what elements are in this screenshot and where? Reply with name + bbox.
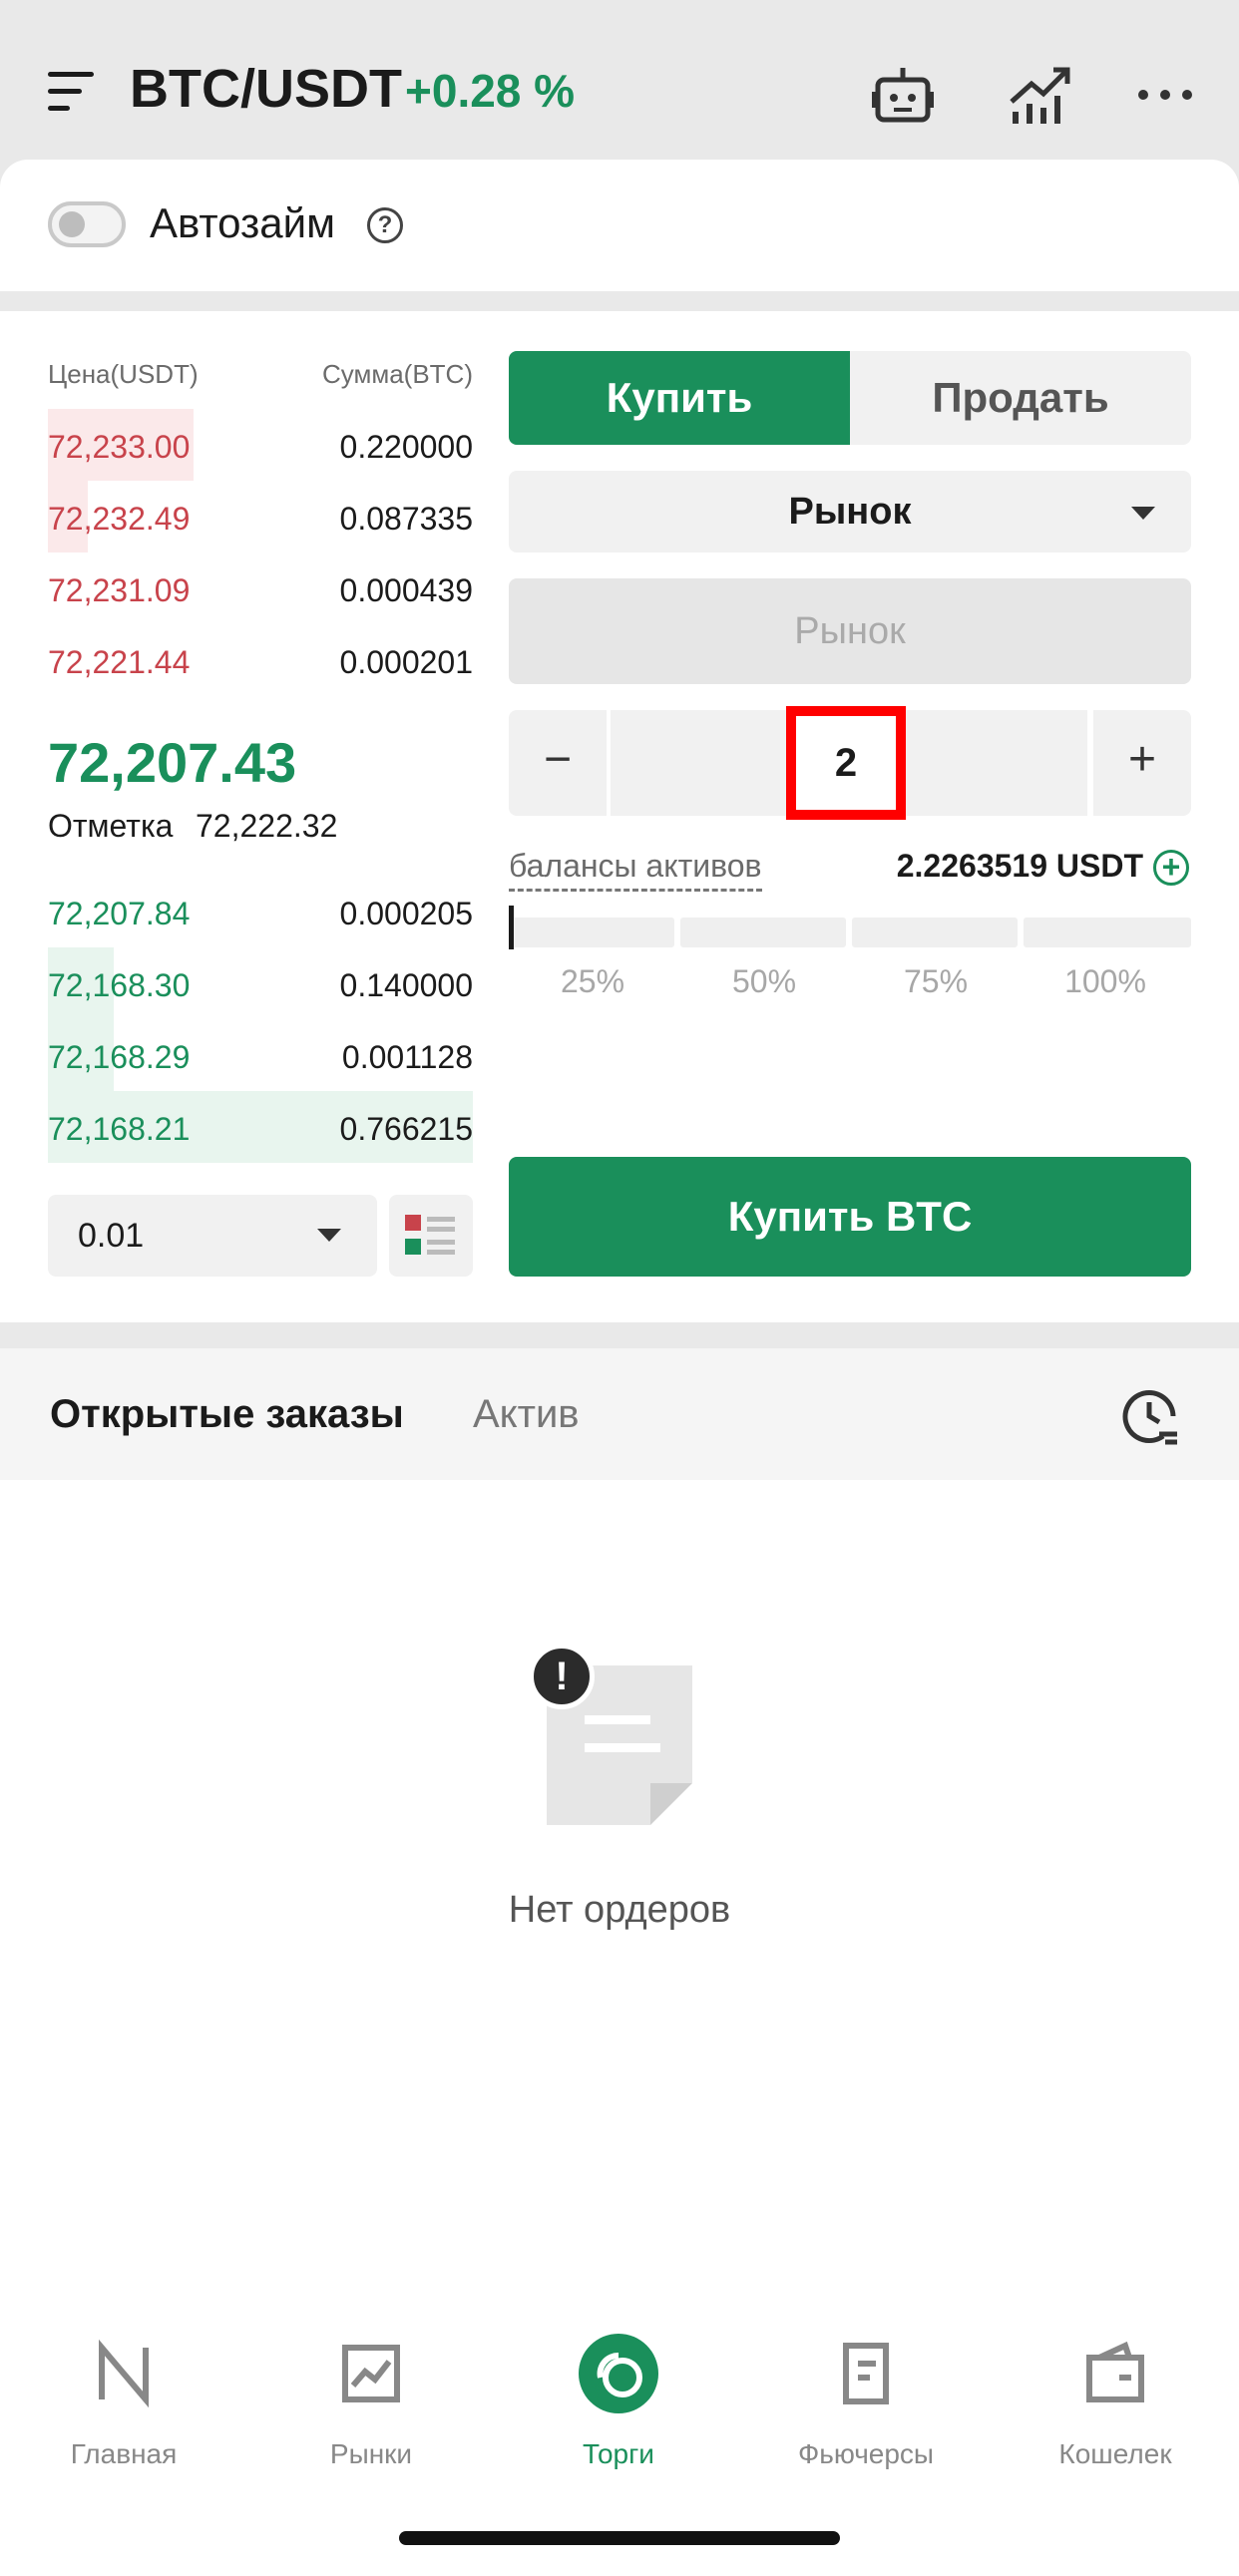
nav-label: Рынки (329, 2438, 413, 2469)
bid-row[interactable]: 72,168.29 0.001128 (48, 1019, 473, 1091)
more-icon[interactable] (1135, 62, 1201, 128)
chevron-down-icon (1131, 507, 1155, 520)
tab-buy[interactable]: Купить (509, 351, 850, 445)
nav-markets[interactable]: Рынки (271, 2334, 471, 2470)
chart-icon[interactable] (1008, 62, 1073, 128)
percent-100[interactable]: 100% (1045, 963, 1165, 1000)
percent-25[interactable]: 25% (533, 963, 652, 1000)
ask-row[interactable]: 72,232.49 0.087335 (48, 481, 473, 552)
last-price: 72,207.43 (48, 731, 297, 794)
help-icon[interactable]: ? (367, 207, 403, 243)
orderbook-price-header: Цена(USDT) (48, 359, 199, 389)
nav-label: Главная (70, 2438, 178, 2469)
bid-row[interactable]: 72,168.21 0.766215 (48, 1091, 473, 1163)
nav-futures[interactable]: Фьючерсы (766, 2334, 966, 2470)
menu-icon[interactable] (48, 70, 94, 114)
mark-price-value: 72,222.32 (196, 808, 338, 844)
orderbook-amount-header: Сумма(BTC) (321, 359, 473, 389)
orderbook-layout-icon[interactable] (389, 1195, 473, 1277)
nav-home[interactable]: Главная (24, 2334, 223, 2470)
alert-icon: ! (529, 1644, 595, 1709)
trade-icon (579, 2334, 658, 2413)
wallet-icon (1086, 2341, 1144, 2402)
tab-sell[interactable]: Продать (850, 351, 1191, 445)
balance-value: 2.2263519 USDT (896, 848, 1143, 884)
order-type-select[interactable]: Рынок (509, 471, 1191, 552)
tab-asset[interactable]: Актив (473, 1392, 580, 1437)
markets-icon (342, 2345, 400, 2402)
percent-75[interactable]: 75% (876, 963, 996, 1000)
nav-label: Фьючерсы (797, 2438, 935, 2469)
quantity-input[interactable]: 2 (786, 706, 906, 820)
pair-title[interactable]: BTC/USDT (130, 58, 402, 120)
order-history-icon[interactable] (1119, 1386, 1179, 1446)
autoloan-toggle[interactable] (48, 201, 126, 247)
amount-slider[interactable] (509, 906, 1191, 949)
nav-wallet[interactable]: Кошелек (1016, 2334, 1215, 2470)
futures-icon (843, 2343, 889, 2404)
buy-btc-button[interactable]: Купить BTC (509, 1157, 1191, 1277)
home-icon (99, 2339, 149, 2408)
bid-row[interactable]: 72,168.30 0.140000 (48, 947, 473, 1019)
percent-50[interactable]: 50% (704, 963, 824, 1000)
precision-select[interactable]: 0.01 (48, 1195, 377, 1277)
robot-icon[interactable] (870, 62, 936, 128)
price-input[interactable]: Рынок (509, 578, 1191, 684)
nav-label: Торги (583, 2438, 654, 2469)
tab-open-orders[interactable]: Открытые заказы (50, 1392, 404, 1437)
quantity-field[interactable]: 2 (611, 706, 1087, 820)
price-change: +0.28 % (405, 65, 576, 117)
ask-row[interactable]: 72,233.00 0.220000 (48, 409, 473, 481)
quantity-increase-button[interactable]: + (1093, 710, 1191, 816)
slider-handle[interactable] (509, 906, 514, 949)
home-indicator (399, 2531, 840, 2545)
ask-row[interactable]: 72,221.44 0.000201 (48, 624, 473, 696)
nav-label: Кошелек (1058, 2438, 1172, 2469)
autoloan-label: Автозайм (150, 199, 336, 246)
quantity-decrease-button[interactable]: − (509, 710, 607, 816)
bid-row[interactable]: 72,207.84 0.000205 (48, 876, 473, 947)
add-funds-icon[interactable]: + (1153, 850, 1189, 886)
mark-price-label: Отметка (48, 808, 174, 844)
chevron-down-icon (317, 1229, 341, 1242)
balance-label[interactable]: балансы активов (509, 848, 762, 892)
ask-row[interactable]: 72,231.09 0.000439 (48, 552, 473, 624)
empty-orders-text: Нет ордеров (508, 1889, 731, 1931)
nav-trade[interactable]: Торги (519, 2334, 718, 2470)
